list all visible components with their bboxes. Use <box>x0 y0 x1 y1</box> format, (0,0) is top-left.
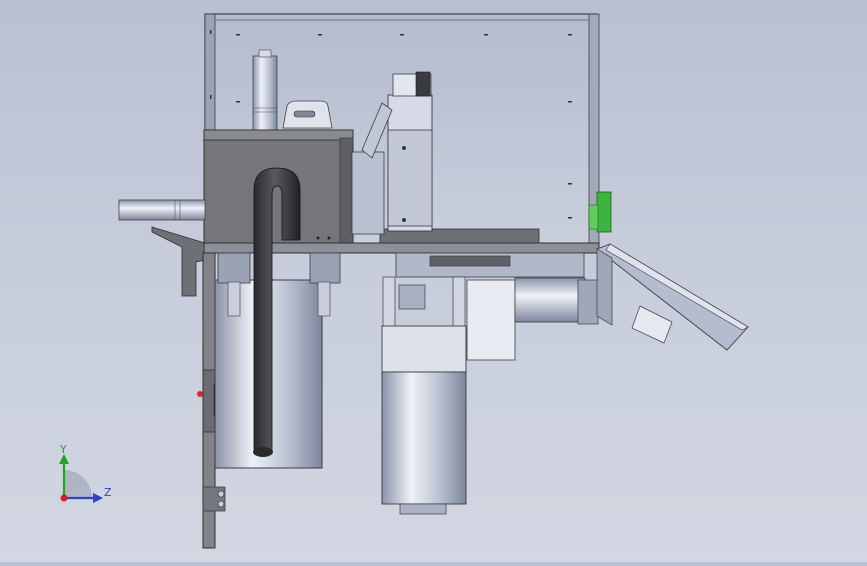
graphics-viewport[interactable]: Y Z <box>0 0 867 562</box>
y-axis-label: Y <box>59 443 67 456</box>
cad-model-view[interactable]: Y Z <box>0 0 867 562</box>
chute-plate[interactable] <box>151 226 206 297</box>
red-button-icon <box>197 391 203 397</box>
reservoir-tank[interactable] <box>214 252 341 469</box>
side-cylinder[interactable] <box>118 199 206 221</box>
z-axis-label: Z <box>104 486 112 499</box>
vertical-cylinder[interactable] <box>252 49 278 133</box>
origin-icon <box>60 494 68 502</box>
handle-bracket[interactable] <box>282 100 333 129</box>
coordinate-triad: Y Z <box>59 443 112 503</box>
motor-assembly[interactable] <box>381 252 599 515</box>
output-tray[interactable] <box>596 243 749 351</box>
